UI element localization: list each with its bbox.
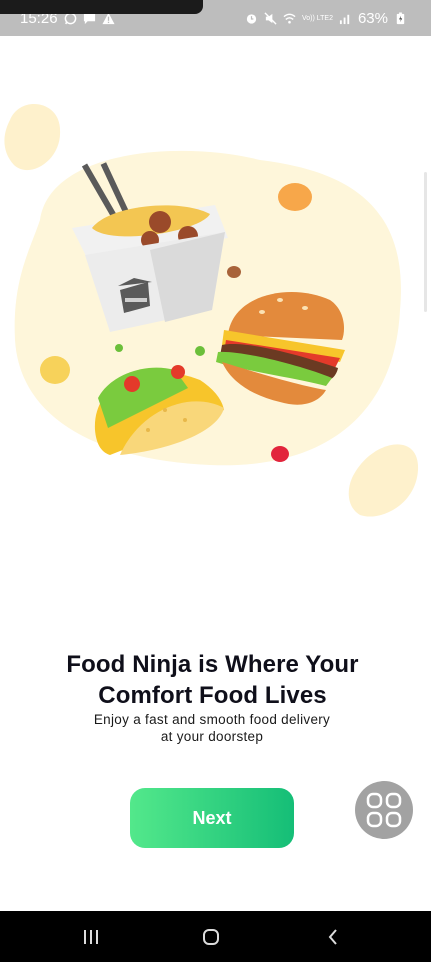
home-button[interactable] [196,925,226,949]
signal-icon [339,14,350,25]
yellow-dot [40,356,70,384]
floating-apps-button[interactable] [355,781,413,839]
status-bar: 15:26 Vo)) LTE2 63% [0,0,431,36]
wifi-icon [283,13,296,24]
network-label: Vo)) LTE2 [301,15,333,22]
subtitle-line-1: Enjoy a fast and smooth food delivery [93,712,331,727]
grid-apps-icon [366,792,402,828]
home-icon [203,929,219,945]
system-nav-bar [0,911,431,962]
small-blob-bottom-right [348,444,419,517]
orange-dot [278,183,312,211]
back-icon [328,929,337,945]
recent-apps-button[interactable] [76,925,106,949]
green-dot [115,344,123,352]
onboarding-subtitle: Enjoy a fast and smooth food delivery at… [70,711,354,745]
recent-apps-icon [84,930,98,944]
hero-illustration [4,103,419,517]
next-button[interactable]: Next [130,788,294,848]
title-line-1: Food Ninja is Where Your [66,651,359,678]
brown-dot [227,266,241,278]
subtitle-line-2: at your doorstep [160,729,264,744]
mute-icon [264,12,277,25]
battery-icon [396,12,405,25]
status-right: Vo)) LTE2 63% [245,10,407,27]
red-dot [271,446,289,462]
battery-percent: 63% [357,10,388,27]
small-blob-top-left [4,103,61,171]
alarm-icon [246,14,257,24]
green-dot [195,346,205,356]
onboarding-title: Food Ninja is Where Your Comfort Food Li… [0,649,425,711]
back-button[interactable] [318,925,348,949]
camera-notch [0,0,203,14]
title-line-2: Comfort Food Lives [98,682,327,709]
